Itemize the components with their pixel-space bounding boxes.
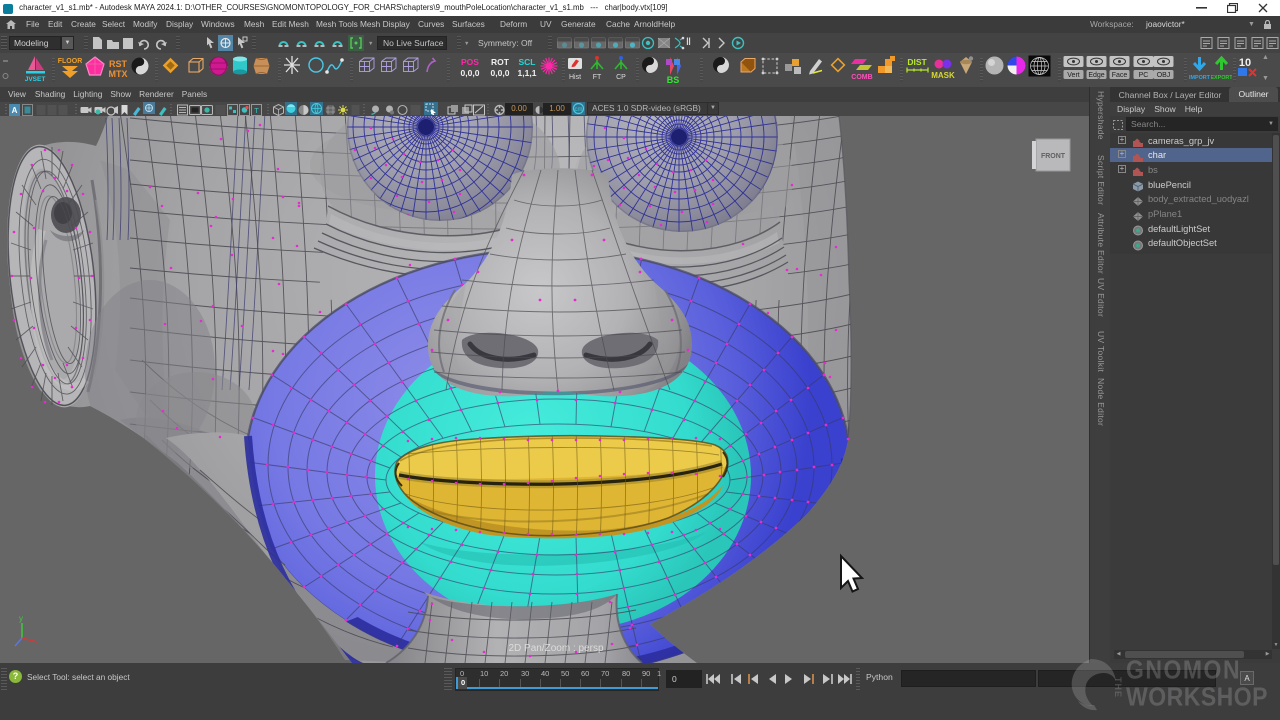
svg-text:0,0,0: 0,0,0 <box>491 68 510 78</box>
svg-text:T: T <box>254 106 259 115</box>
svg-text:cm: cm <box>575 107 583 113</box>
svg-text:2D Pan/Zoom : persp: 2D Pan/Zoom : persp <box>508 643 603 654</box>
svg-text:Edge: Edge <box>1088 72 1104 79</box>
svg-text:10: 10 <box>1239 57 1251 69</box>
svg-text:POS: POS <box>461 57 479 67</box>
svg-text:BS: BS <box>667 75 680 85</box>
svg-text:MTX: MTX <box>109 69 128 79</box>
svg-text:OBJ: OBJ <box>1157 72 1171 79</box>
svg-text:Vert: Vert <box>1067 72 1080 79</box>
svg-text:IMPORT: IMPORT <box>1189 75 1210 81</box>
svg-text:Hist: Hist <box>569 74 581 81</box>
svg-text:ROT: ROT <box>491 57 510 67</box>
svg-text:RST: RST <box>109 59 128 69</box>
svg-text:EXPORT: EXPORT <box>1211 75 1232 81</box>
svg-text:FRONT: FRONT <box>1041 153 1066 160</box>
svg-text:PC: PC <box>1139 72 1149 79</box>
svg-text:1,1,1: 1,1,1 <box>518 68 537 78</box>
svg-text:MASK: MASK <box>931 71 955 80</box>
svg-text:FLOOR: FLOOR <box>58 58 82 65</box>
svg-text:Face: Face <box>1112 72 1128 79</box>
svg-text:CP: CP <box>616 74 626 81</box>
svg-text:JVSET: JVSET <box>25 76 46 83</box>
svg-text:y: y <box>19 614 23 623</box>
svg-text:A: A <box>12 106 18 115</box>
svg-text:SCL: SCL <box>519 57 536 67</box>
svg-text:COMB: COMB <box>851 74 872 81</box>
svg-text:0,0,0: 0,0,0 <box>461 68 480 78</box>
svg-text:FT: FT <box>593 74 602 81</box>
svg-text:DIST: DIST <box>907 57 927 67</box>
